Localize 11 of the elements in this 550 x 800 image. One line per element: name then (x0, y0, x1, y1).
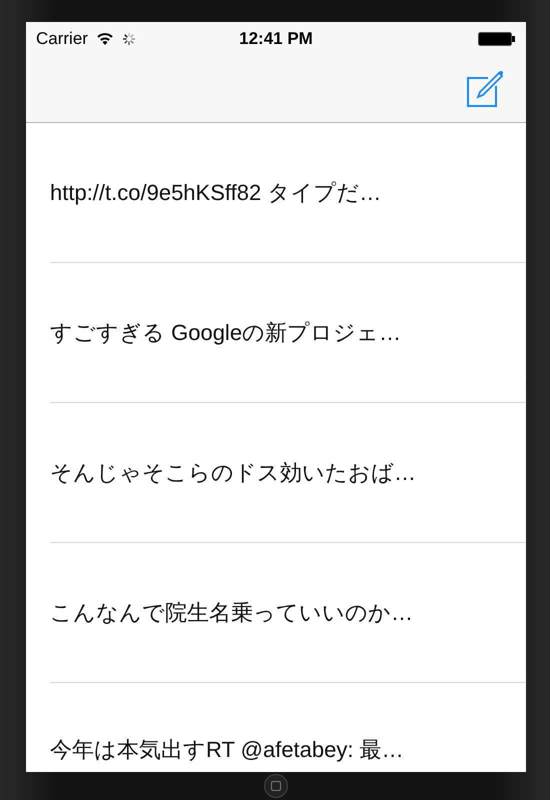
carrier-label: Carrier (36, 28, 88, 48)
tweet-text[interactable]: こんなんで院生名乗っていいのか… (50, 598, 413, 628)
battery-icon (478, 32, 516, 46)
tweet-text[interactable]: 今年は本気出すRT @afetabey: 最… (50, 735, 404, 765)
wifi-icon (96, 32, 114, 46)
tweet-text[interactable]: http://t.co/9e5hKSff82 タイプだ… (50, 178, 382, 208)
compose-button[interactable] (466, 70, 504, 108)
home-button[interactable] (264, 774, 288, 798)
tweet-text[interactable]: すごすぎる Googleの新プロジェ… (50, 318, 402, 348)
tweet-text[interactable]: そんじゃそこらのドス効いたおば… (50, 458, 416, 488)
clock-time: 12:41 PM (239, 28, 313, 48)
